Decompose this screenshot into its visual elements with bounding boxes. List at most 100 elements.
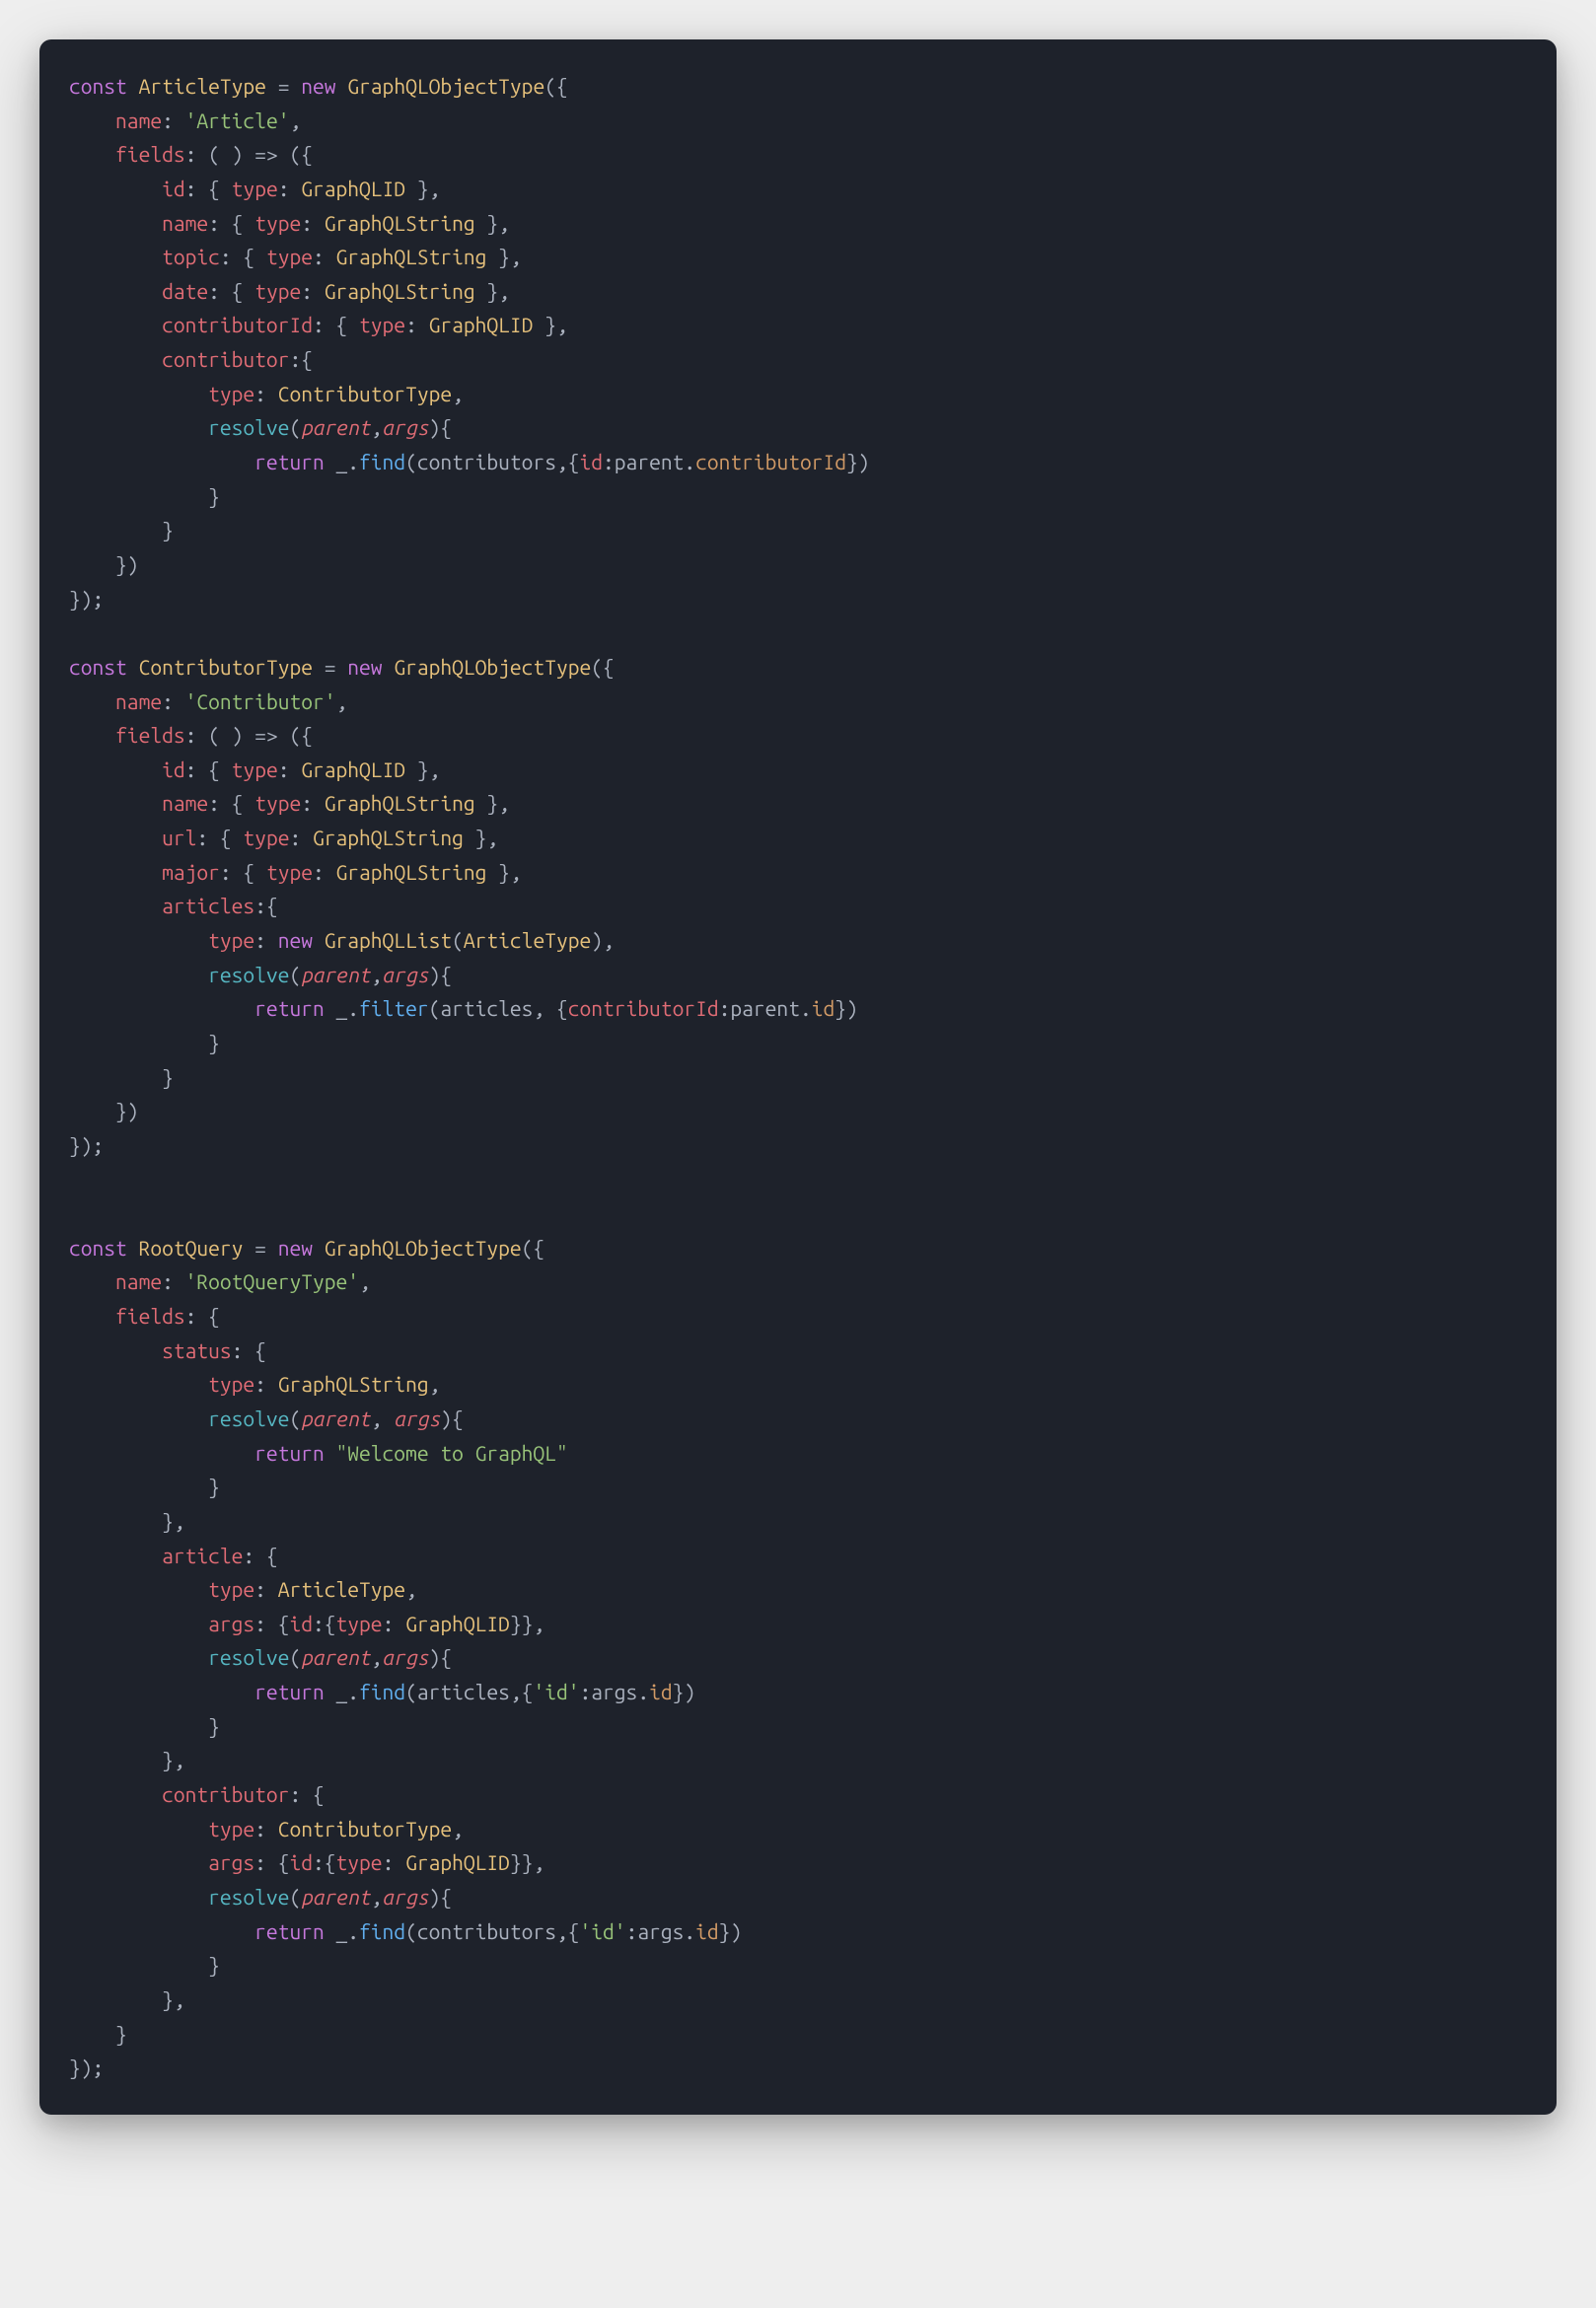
punct: : <box>626 1919 638 1943</box>
type-ref: GraphQLString <box>313 826 464 849</box>
punct: ({ <box>522 1236 545 1260</box>
punct: ({ <box>544 74 568 98</box>
punct: ){ <box>429 1885 453 1909</box>
param: parent <box>301 1406 371 1430</box>
identifier: _ <box>336 996 348 1020</box>
keyword-new: new <box>278 1236 313 1260</box>
prop-key: type <box>208 1372 254 1396</box>
punct: ){ <box>429 1645 453 1669</box>
punct: :{ <box>313 1612 336 1635</box>
prop-key: args <box>208 1612 254 1635</box>
identifier: contributors <box>417 1919 556 1943</box>
param: parent <box>301 415 371 439</box>
prop-ref: id <box>649 1680 673 1703</box>
param: args <box>394 1406 440 1430</box>
punct: } <box>162 1065 174 1089</box>
punct: : { <box>243 1544 277 1567</box>
punct: : <box>254 1817 278 1840</box>
punct: , <box>371 1406 395 1430</box>
punct: : <box>254 382 278 405</box>
punct: }) <box>673 1680 696 1703</box>
param: args <box>383 1885 429 1909</box>
class-name: GraphQLObjectType <box>347 74 544 98</box>
punct: ( <box>405 450 417 473</box>
class-name: GraphQLObjectType <box>325 1236 522 1260</box>
type-ref: GraphQLString <box>336 860 487 884</box>
punct: }, <box>162 1748 185 1771</box>
prop-key: topic <box>162 245 220 268</box>
punct: = <box>313 655 347 679</box>
prop-ref: id <box>695 1919 719 1943</box>
prop-key: fields <box>115 1304 185 1328</box>
prop-key: contributorId <box>568 996 719 1020</box>
type-ref: GraphQLString <box>325 791 475 815</box>
fn-name: find <box>359 450 405 473</box>
prop-key: id <box>289 1612 313 1635</box>
punct: . <box>684 1919 695 1943</box>
prop-key: fields <box>115 723 185 747</box>
punct: }) <box>846 450 870 473</box>
method-name: resolve <box>208 1645 289 1669</box>
prop-key: date <box>162 279 208 303</box>
type-ref: ArticleType <box>278 1577 405 1601</box>
punct: ,{ <box>556 450 580 473</box>
method-name: resolve <box>208 963 289 986</box>
prop-key: type <box>266 245 313 268</box>
punct: ){ <box>429 415 453 439</box>
punct: : <box>313 245 336 268</box>
identifier: _ <box>336 1680 348 1703</box>
punct: : <box>405 313 429 336</box>
code-window: const ArticleType = new GraphQLObjectTyp… <box>39 39 1557 2115</box>
prop-key: type <box>359 313 405 336</box>
prop-key: name <box>115 689 162 713</box>
prop-key: contributorId <box>162 313 313 336</box>
class-name: GraphQLObjectType <box>394 655 591 679</box>
punct: ( <box>405 1680 417 1703</box>
punct: : { <box>185 1304 220 1328</box>
param: args <box>383 963 429 986</box>
punct: ,{ <box>510 1680 534 1703</box>
punct: :{ <box>313 1850 336 1874</box>
punct: : { <box>208 791 254 815</box>
punct: , { <box>533 996 567 1020</box>
punct: :{ <box>254 894 278 917</box>
punct: }, <box>475 279 510 303</box>
identifier: ContributorType <box>139 655 313 679</box>
prop-key: type <box>336 1850 383 1874</box>
prop-key: contributor <box>162 347 289 371</box>
punct: } <box>208 1031 220 1054</box>
punct: : <box>603 450 615 473</box>
punct: : { <box>232 1338 266 1362</box>
punct: } <box>162 518 174 541</box>
punct: = <box>266 74 301 98</box>
identifier: ArticleType <box>139 74 266 98</box>
prop-key: type <box>243 826 289 849</box>
punct: . <box>347 450 359 473</box>
prop-key: status <box>162 1338 232 1362</box>
prop-key: type <box>208 1577 254 1601</box>
prop-key: name <box>115 108 162 132</box>
prop-key: contributor <box>162 1782 289 1806</box>
punct: . <box>800 996 812 1020</box>
punct: }); <box>69 1133 104 1157</box>
punct: ( <box>452 928 464 952</box>
punct: : ( ) => ({ <box>185 723 313 747</box>
punct: : <box>254 928 278 952</box>
punct: }) <box>719 1919 743 1943</box>
punct: : <box>278 177 302 200</box>
identifier: _ <box>336 1919 348 1943</box>
punct: }) <box>115 1099 139 1122</box>
punct: }, <box>486 245 521 268</box>
param: parent <box>301 963 371 986</box>
keyword-const: const <box>69 1236 127 1260</box>
type-ref: GraphQLString <box>278 1372 429 1396</box>
string: 'id' <box>580 1919 626 1943</box>
identifier: articles <box>417 1680 510 1703</box>
punct: : <box>719 996 731 1020</box>
punct: , <box>452 1817 464 1840</box>
prop-key: type <box>336 1612 383 1635</box>
punct: }}, <box>510 1612 544 1635</box>
prop-key: args <box>208 1850 254 1874</box>
punct: : <box>580 1680 592 1703</box>
punct: , <box>336 689 348 713</box>
